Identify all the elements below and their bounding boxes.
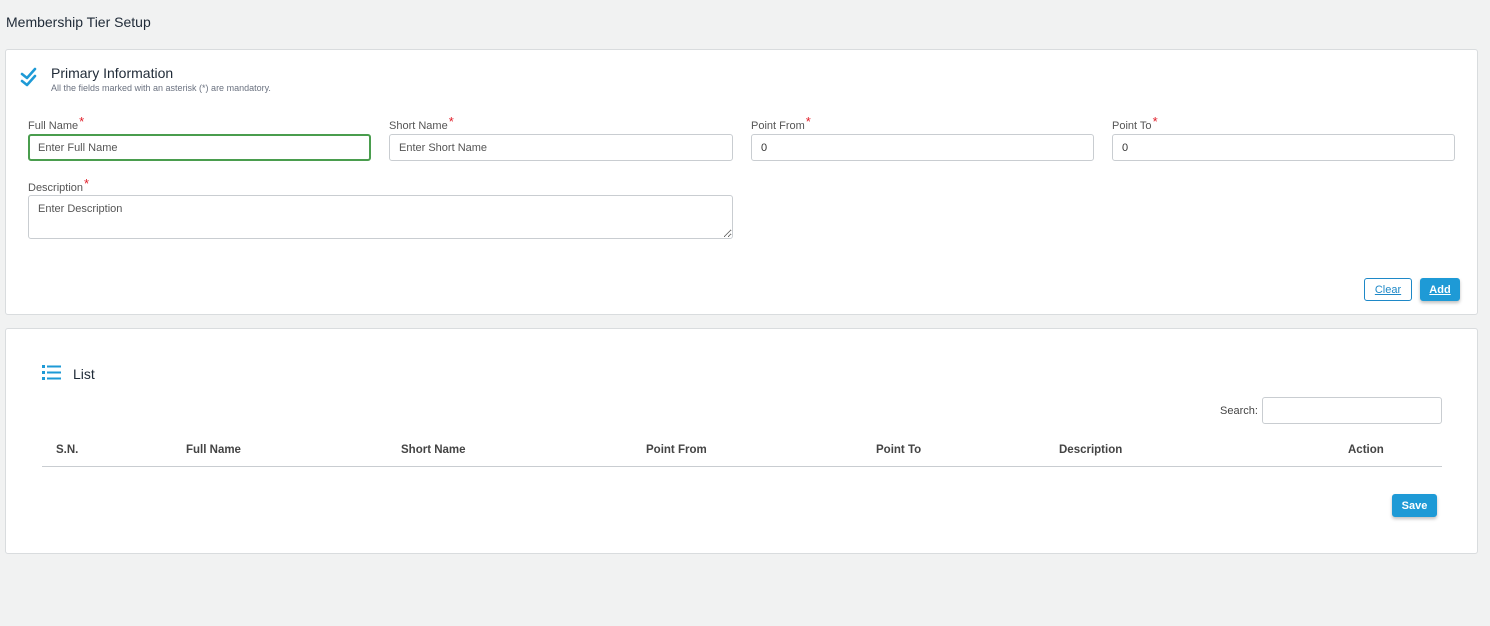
point-from-label-text: Point From <box>751 120 805 132</box>
add-button[interactable]: Add <box>1420 278 1460 301</box>
description-label-text: Description <box>28 182 84 194</box>
required-mark: * <box>805 114 811 129</box>
required-mark: * <box>79 114 85 129</box>
column-header-point-to[interactable]: Point To <box>876 444 921 456</box>
search-label: Search: <box>1220 405 1258 417</box>
point-to-input[interactable] <box>1112 134 1455 161</box>
short-name-label: Short Name* <box>389 114 454 132</box>
section-title: Primary Information <box>51 65 174 81</box>
clear-button[interactable]: Clear <box>1364 278 1412 301</box>
column-header-full-name[interactable]: Full Name <box>186 444 241 456</box>
double-check-icon <box>20 67 37 87</box>
full-name-label-text: Full Name <box>28 120 79 132</box>
full-name-label: Full Name* <box>28 114 85 132</box>
description-label: Description* <box>28 176 90 194</box>
short-name-label-text: Short Name <box>389 120 448 132</box>
required-mark: * <box>1152 114 1158 129</box>
point-to-label: Point To* <box>1112 114 1158 132</box>
primary-information-card: Primary Information All the fields marke… <box>5 49 1478 315</box>
search-input[interactable] <box>1262 397 1442 424</box>
column-header-short-name[interactable]: Short Name <box>401 444 466 456</box>
point-from-input[interactable] <box>751 134 1094 161</box>
description-textarea[interactable] <box>28 195 733 239</box>
page-title: Membership Tier Setup <box>6 14 151 30</box>
column-header-point-from[interactable]: Point From <box>646 444 707 456</box>
list-card: List Search: S.N. Full Name Short Name P… <box>5 328 1478 554</box>
list-title: List <box>73 366 95 382</box>
full-name-input[interactable] <box>28 134 371 161</box>
point-to-label-text: Point To <box>1112 120 1152 132</box>
point-from-label: Point From* <box>751 114 811 132</box>
required-mark: * <box>448 114 454 129</box>
column-header-sn[interactable]: S.N. <box>56 444 78 456</box>
save-button[interactable]: Save <box>1392 494 1437 517</box>
column-header-action: Action <box>1348 444 1384 456</box>
table-header: S.N. Full Name Short Name Point From Poi… <box>42 439 1442 467</box>
required-mark: * <box>84 176 90 191</box>
column-header-description[interactable]: Description <box>1059 444 1122 456</box>
section-subtitle: All the fields marked with an asterisk (… <box>51 83 271 93</box>
short-name-input[interactable] <box>389 134 733 161</box>
list-icon <box>42 365 61 380</box>
